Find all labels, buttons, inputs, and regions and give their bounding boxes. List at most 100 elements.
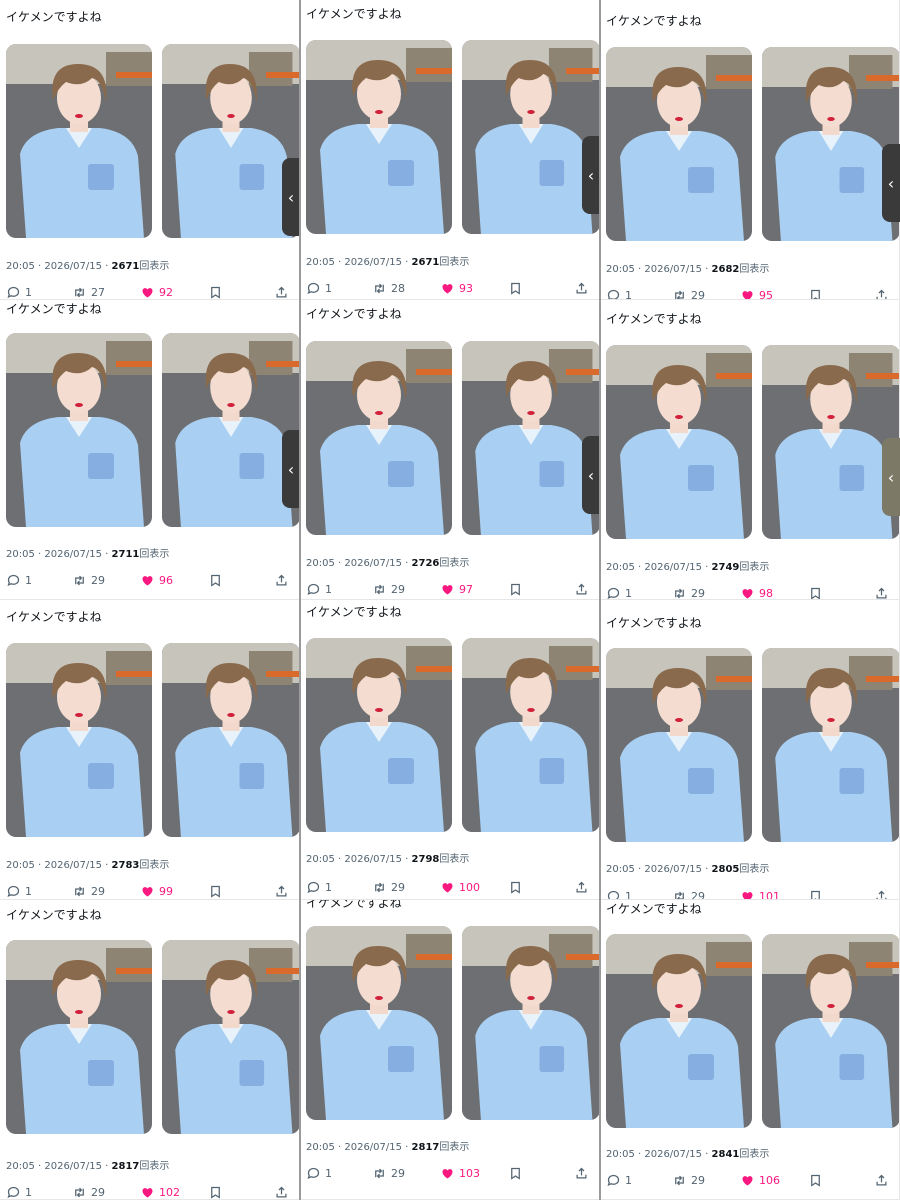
retweet-button[interactable]: 29 [72, 881, 105, 899]
reply-button[interactable]: 1 [306, 278, 332, 298]
retweet-button[interactable]: 29 [672, 886, 705, 899]
bookmark-button[interactable] [208, 282, 223, 299]
retweet-button[interactable]: 29 [672, 285, 705, 299]
tweet-photo-2[interactable] [162, 333, 299, 527]
like-button[interactable]: 96 [140, 570, 173, 590]
tweet-photo-2[interactable] [162, 44, 299, 238]
tweet-photo-1[interactable] [306, 638, 452, 832]
tweet-photo-1[interactable] [306, 341, 452, 535]
bookmark-button[interactable] [208, 1182, 223, 1199]
like-button[interactable]: 100 [440, 877, 480, 897]
reply-button[interactable]: 1 [6, 282, 32, 299]
heart-icon [440, 880, 455, 895]
retweet-count: 29 [391, 880, 405, 894]
share-button[interactable] [574, 278, 589, 298]
retweet-button[interactable]: 29 [372, 579, 405, 599]
retweet-button[interactable]: 29 [372, 1163, 405, 1183]
bookmark-button[interactable] [808, 1170, 823, 1190]
tweet-photo-1[interactable] [6, 44, 152, 238]
retweet-button[interactable]: 29 [672, 1170, 705, 1190]
bookmark-button[interactable] [808, 583, 823, 599]
reply-button[interactable]: 1 [6, 1182, 32, 1199]
like-button[interactable]: 92 [140, 282, 173, 299]
share-button[interactable] [274, 282, 289, 299]
retweet-button[interactable]: 29 [672, 583, 705, 599]
tweet-photo-1[interactable] [306, 40, 452, 234]
reply-button[interactable]: 1 [606, 285, 632, 299]
like-button[interactable]: 98 [740, 583, 773, 600]
share-button[interactable] [274, 881, 289, 899]
tweet-photo-2[interactable] [462, 926, 599, 1120]
tweet-photo-2[interactable] [462, 40, 599, 234]
like-button[interactable]: 102 [140, 1182, 180, 1199]
reply-count: 1 [25, 573, 32, 587]
tweet-photo-1[interactable] [606, 345, 752, 539]
tweet-photo-2[interactable] [162, 643, 299, 837]
bookmark-button[interactable] [208, 570, 223, 590]
reply-button[interactable]: 1 [606, 886, 632, 899]
share-button[interactable] [574, 1163, 589, 1183]
scrollbar[interactable] [299, 0, 301, 1200]
tweet-photo-1[interactable] [606, 934, 752, 1128]
tweet-photo-1[interactable] [6, 333, 152, 527]
retweet-button[interactable]: 29 [72, 1182, 105, 1199]
collapse-handle[interactable]: ‹ [582, 136, 600, 214]
bookmark-button[interactable] [208, 881, 223, 899]
tweet-photo-2[interactable] [762, 934, 899, 1128]
bookmark-button[interactable] [808, 886, 823, 899]
tweet-text: イケメンですよね [6, 908, 102, 922]
like-button[interactable]: 106 [740, 1170, 780, 1190]
tweet-photo-2[interactable] [162, 940, 299, 1134]
bookmark-button[interactable] [808, 285, 823, 299]
tweet-photo-2[interactable] [762, 47, 899, 241]
collapse-handle[interactable]: ‹ [282, 430, 300, 508]
share-button[interactable] [274, 1182, 289, 1199]
tweet-photo-1[interactable] [6, 940, 152, 1134]
tweet-photo-1[interactable] [606, 648, 752, 842]
like-button[interactable]: 95 [740, 285, 773, 299]
share-button[interactable] [874, 583, 889, 599]
share-button[interactable] [574, 877, 589, 897]
bookmark-button[interactable] [508, 579, 523, 599]
collapse-handle[interactable]: ‹ [282, 158, 300, 236]
collapse-handle[interactable]: ‹ [882, 144, 900, 222]
like-button[interactable]: 99 [140, 881, 173, 899]
bookmark-button[interactable] [508, 877, 523, 897]
share-button[interactable] [874, 886, 889, 899]
reply-button[interactable]: 1 [306, 579, 332, 599]
reply-button[interactable]: 1 [6, 570, 32, 590]
like-button[interactable]: 101 [740, 886, 780, 899]
tweet-photo-1[interactable] [6, 643, 152, 837]
reply-button[interactable]: 1 [6, 881, 32, 899]
scrollbar[interactable] [599, 0, 601, 1200]
tweet-photo-2[interactable] [462, 341, 599, 535]
tweet-photo-2[interactable] [762, 648, 899, 842]
action-bar: 1 29 101 [600, 886, 899, 899]
share-button[interactable] [574, 579, 589, 599]
bookmark-button[interactable] [508, 278, 523, 298]
share-button[interactable] [274, 570, 289, 590]
action-bar: 1 29 95 [600, 285, 899, 299]
tweet-photo-1[interactable] [306, 926, 452, 1120]
like-button[interactable]: 93 [440, 278, 473, 298]
tweet-photo-2[interactable] [762, 345, 899, 539]
retweet-button[interactable]: 29 [372, 877, 405, 897]
retweet-button[interactable]: 29 [72, 570, 105, 590]
bookmark-button[interactable] [508, 1163, 523, 1183]
collapse-handle[interactable]: ‹ [582, 436, 600, 514]
reply-button[interactable]: 1 [306, 1163, 332, 1183]
share-button[interactable] [874, 1170, 889, 1190]
tweet-photo-2[interactable] [462, 638, 599, 832]
collapse-handle[interactable]: ‹ [882, 438, 900, 516]
like-button[interactable]: 103 [440, 1163, 480, 1183]
share-button[interactable] [874, 285, 889, 299]
tweet-photo-1[interactable] [606, 47, 752, 241]
reply-button[interactable]: 1 [606, 1170, 632, 1190]
reply-button[interactable]: 1 [606, 583, 632, 599]
heart-icon [740, 586, 755, 600]
like-button[interactable]: 97 [440, 579, 473, 599]
retweet-button[interactable]: 27 [72, 282, 105, 299]
retweet-button[interactable]: 28 [372, 278, 405, 298]
reply-button[interactable]: 1 [306, 877, 332, 897]
tweet-text: イケメンですよね [606, 14, 702, 28]
